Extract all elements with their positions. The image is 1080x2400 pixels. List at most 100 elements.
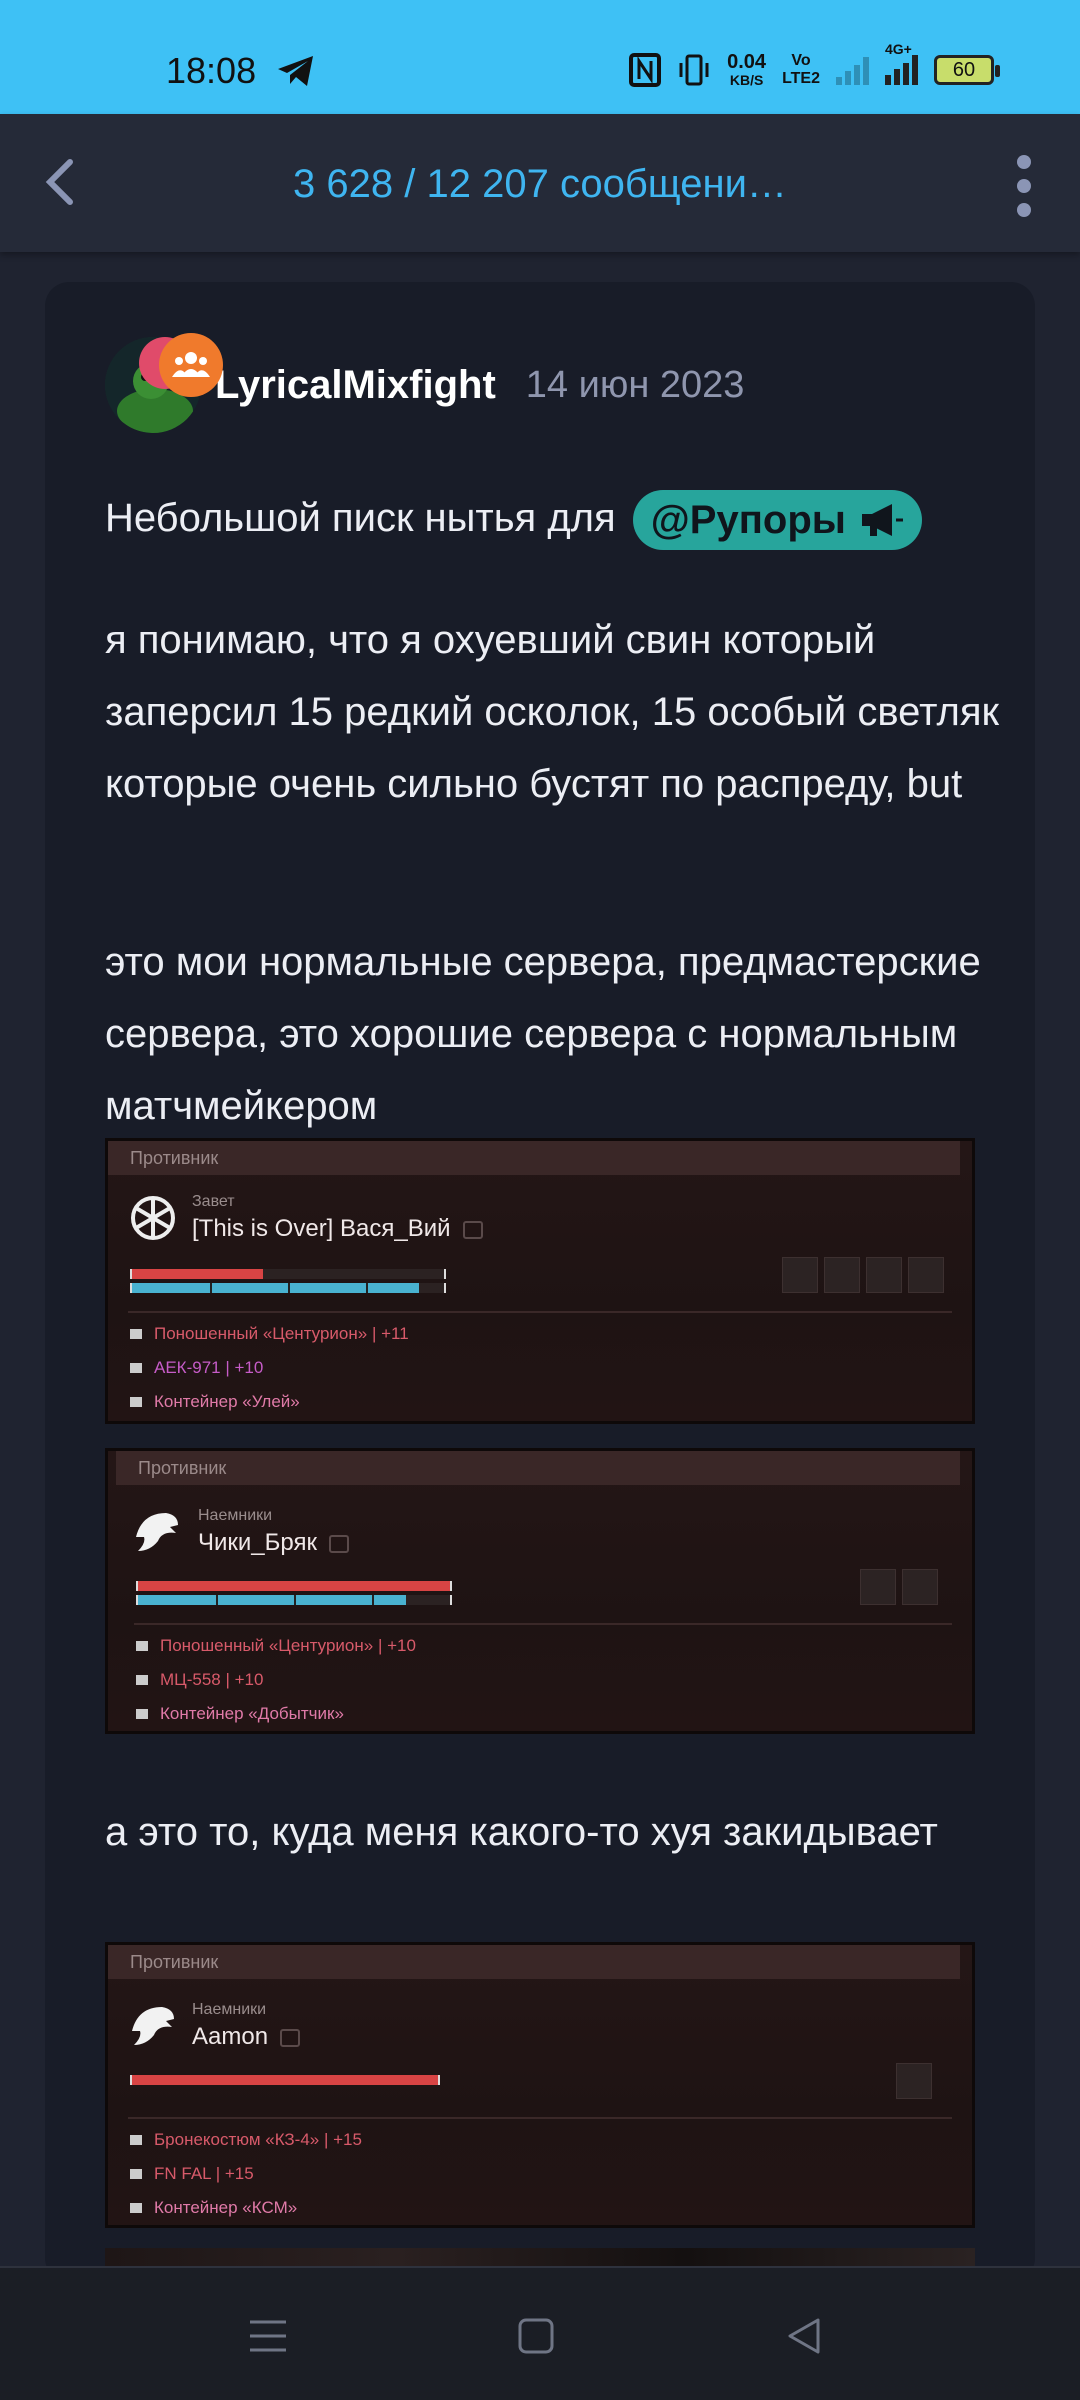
status-bar: 18:08 0.04 KB/S Vo LTE2 4G+ 60 (0, 0, 1080, 114)
signal-sim2-icon (885, 55, 918, 85)
avatar[interactable] (105, 333, 223, 433)
equipment-slot (824, 1257, 860, 1293)
network-speed-unit: KB/S (729, 72, 764, 88)
signal-sim1-icon (836, 55, 869, 85)
more-vertical-icon[interactable] (1010, 154, 1038, 218)
enemy-card-header: Противник (108, 1141, 960, 1175)
enemy-card-screenshot[interactable]: Противник Наемники Чики_Бряк Поношенный … (105, 1448, 975, 1734)
enemy-card-header: Противник (108, 1945, 960, 1979)
menu-icon[interactable] (240, 2308, 296, 2364)
gear-weapon: FN FAL | +15 (130, 2157, 362, 2191)
megaphone-icon (861, 504, 903, 537)
health-bar-fill (132, 1269, 264, 1279)
mention-tag[interactable]: @Рупоры (632, 490, 922, 551)
health-bar (130, 1269, 446, 1279)
system-nav-bar (0, 2266, 1080, 2400)
post-paragraph-3: а это то, куда меня какого-то хуя закиды… (105, 1810, 938, 1854)
enemy-player-name: Aamon (192, 2023, 269, 2050)
eagle-logo-icon (132, 2007, 174, 2045)
equipment-slot (902, 1569, 938, 1605)
telegram-icon (278, 56, 313, 86)
weapon-icon (130, 2169, 142, 2179)
network-type: 4G+ (885, 41, 912, 57)
equipment-slots (782, 1257, 944, 1293)
gear-weapon: МЦ-558 | +10 (136, 1663, 416, 1697)
health-bar (130, 2075, 440, 2085)
equipment-slot (860, 1569, 896, 1605)
network-speed: 0.04 KB/S (727, 52, 766, 88)
gear-list: Бронекостюм «КЗ-4» | +15 FN FAL | +15 Ко… (130, 2123, 362, 2225)
copy-icon[interactable] (328, 1534, 349, 1553)
gear-armor: Поношенный «Центурион» | +10 (136, 1629, 416, 1663)
status-time: 18:08 (166, 50, 257, 91)
post-paragraph-1: я понимаю, что я охуевший свин который з… (105, 618, 1000, 806)
weapon-icon (136, 1675, 148, 1685)
vibrate-icon (679, 54, 709, 86)
armor-icon (130, 2135, 142, 2145)
post-intro: Небольшой писк нытья для @Рупоры (105, 482, 1005, 554)
volte-top: Vo (791, 52, 811, 69)
signal-sim2: 4G+ (885, 41, 918, 85)
gear-container: Контейнер «КСМ» (130, 2191, 362, 2225)
armor-bar-fill (138, 1595, 407, 1605)
enemy-faction: Наемники (198, 1507, 273, 1524)
weapon-icon (130, 1363, 142, 1373)
nfc-icon (629, 53, 662, 87)
post-author-row: LyricalMixfight 14 июн 2023 (105, 330, 744, 440)
next-screenshot-preview (105, 2248, 975, 2268)
equipment-slot (782, 1257, 818, 1293)
author-name[interactable]: LyricalMixfight (215, 363, 496, 408)
gear-armor: Поношенный «Центурион» | +11 (130, 1317, 409, 1351)
mention-tag-label: @Рупоры (650, 498, 846, 543)
equipment-slot (866, 1257, 902, 1293)
enemy-card-screenshot[interactable]: Противник Завет [This is Over] Вася_Вий … (105, 1138, 975, 1424)
gear-list: Поношенный «Центурион» | +10 МЦ-558 | +1… (136, 1629, 416, 1731)
post-paragraph-2: это мои нормальные сервера, предмастерск… (105, 940, 981, 1128)
enemy-player-name: [This is Over] Вася_Вий (192, 1215, 451, 1242)
container-icon (136, 1709, 148, 1719)
gear-container: Контейнер «Добытчик» (136, 1697, 416, 1731)
gear-container: Контейнер «Улей» (130, 1385, 409, 1419)
faction-logo-icon (131, 1196, 175, 1240)
gear-list: Поношенный «Центурион» | +11 АЕК-971 | +… (130, 1317, 409, 1419)
armor-bar (136, 1595, 452, 1605)
gear-weapon: АЕК-971 | +10 (130, 1351, 409, 1385)
back-arrow-icon[interactable] (34, 154, 90, 210)
thread-header: 3 628 / 12 207 сообщени… (0, 114, 1080, 252)
health-bar-fill (138, 1581, 450, 1591)
equipment-slot (896, 2063, 932, 2099)
enemy-card-screenshot[interactable]: Противник Наемники Aamon Бронекостюм «КЗ… (105, 1942, 975, 2228)
equipment-slots (860, 1569, 938, 1605)
status-icons: 0.04 KB/S Vo LTE2 4G+ 60 (629, 41, 1000, 92)
group-icon (159, 333, 223, 397)
enemy-faction: Завет (192, 1193, 235, 1210)
back-triangle-icon[interactable] (776, 2308, 832, 2364)
enemy-player-line: Aamon (192, 2023, 301, 2051)
health-bar (136, 1581, 452, 1591)
armor-icon (130, 1329, 142, 1339)
volte-bottom: LTE2 (782, 70, 820, 87)
armor-bar-fill (132, 1283, 420, 1293)
enemy-faction: Наемники (192, 2001, 267, 2018)
volte-indicator: Vo LTE2 (782, 52, 820, 88)
health-bar-fill (132, 2075, 438, 2085)
gear-armor: Бронекостюм «КЗ-4» | +15 (130, 2123, 362, 2157)
eagle-logo-icon (136, 1513, 178, 1551)
enemy-player-line: Чики_Бряк (198, 1529, 349, 1557)
network-speed-value: 0.04 (727, 51, 767, 73)
battery-indicator: 60 (934, 55, 1000, 85)
copy-icon[interactable] (462, 1220, 483, 1239)
post-intro-text: Небольшой писк нытья для (105, 496, 616, 540)
container-icon (130, 2203, 142, 2213)
armor-icon (136, 1641, 148, 1651)
enemy-player-name: Чики_Бряк (198, 1529, 317, 1556)
copy-icon[interactable] (280, 2028, 301, 2047)
enemy-player-line: [This is Over] Вася_Вий (192, 1215, 483, 1243)
post-date[interactable]: 14 июн 2023 (526, 364, 745, 407)
armor-bar (130, 1283, 446, 1293)
page-counter-title[interactable]: 3 628 / 12 207 сообщени… (130, 162, 950, 207)
equipment-slot (908, 1257, 944, 1293)
home-square-icon[interactable] (508, 2308, 564, 2364)
enemy-card-header: Противник (116, 1451, 960, 1485)
container-icon (130, 1397, 142, 1407)
